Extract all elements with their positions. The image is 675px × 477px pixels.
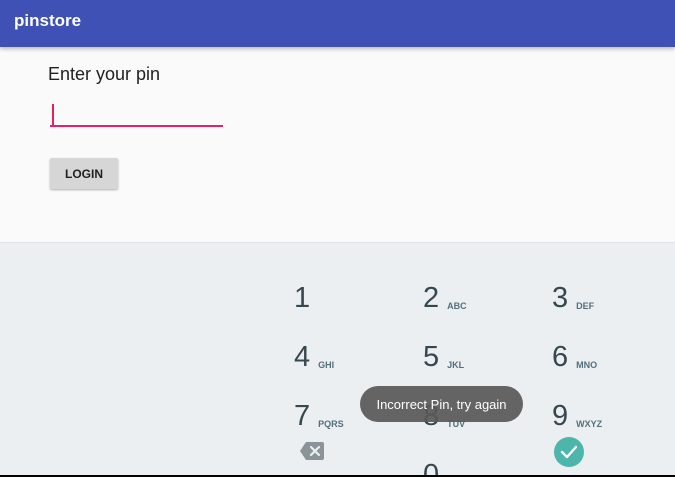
key-digit: 2 (423, 282, 440, 314)
text-cursor (52, 104, 54, 125)
app-bar: pinstore (0, 0, 675, 47)
backspace-key[interactable] (300, 442, 324, 460)
key-1[interactable]: 1 (294, 263, 404, 313)
key-9[interactable]: 9 WXYZ (552, 381, 662, 431)
error-toast: Incorrect Pin, try again (360, 386, 523, 422)
key-digit: 6 (552, 341, 569, 373)
key-letters: WXYZ (576, 419, 603, 429)
login-button[interactable]: LOGIN (50, 158, 118, 189)
key-4[interactable]: 4 GHI (294, 322, 404, 372)
key-digit: 5 (423, 341, 440, 373)
key-letters: ABC (447, 301, 467, 311)
done-key[interactable] (554, 437, 584, 467)
key-digit: 1 (294, 282, 311, 314)
key-letters: DEF (576, 301, 595, 311)
key-letters: MNO (576, 360, 598, 370)
pin-form: Enter your pin LOGIN (0, 47, 675, 242)
key-digit: 7 (294, 400, 311, 432)
key-digit: 4 (294, 341, 311, 373)
pin-input[interactable] (50, 99, 223, 127)
key-3[interactable]: 3 DEF (552, 263, 662, 313)
numeric-keypad: 1 2 ABC 3 DEF 4 GHI 5 JKL 6 MNO 7 PQRS 8… (0, 242, 675, 477)
key-letters: PQRS (318, 419, 344, 429)
key-0[interactable]: 0 + (423, 440, 533, 477)
key-2[interactable]: 2 ABC (423, 263, 533, 313)
key-5[interactable]: 5 JKL (423, 322, 533, 372)
app-title: pinstore (14, 11, 82, 30)
key-letters: GHI (318, 360, 335, 370)
key-6[interactable]: 6 MNO (552, 322, 662, 372)
key-digit: 3 (552, 282, 569, 314)
key-digit: 9 (552, 400, 569, 432)
check-icon (560, 445, 578, 459)
pin-prompt-label: Enter your pin (48, 64, 161, 84)
key-letters: JKL (447, 360, 465, 370)
backspace-icon (300, 442, 324, 460)
